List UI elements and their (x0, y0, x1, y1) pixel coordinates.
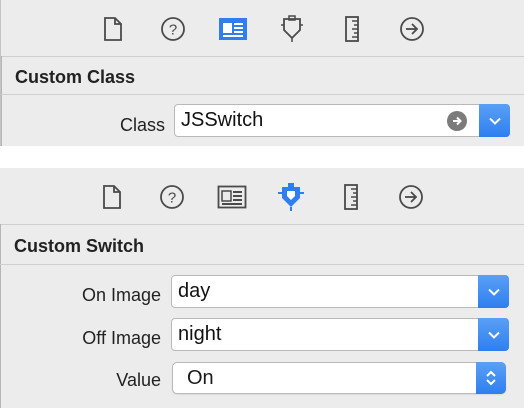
identity-inspector-icon[interactable] (217, 182, 247, 212)
chevron-down-icon (487, 331, 500, 339)
quick-help-icon[interactable]: ? (158, 14, 188, 44)
svg-text:?: ? (169, 22, 177, 39)
off-image-dropdown-button[interactable] (478, 318, 509, 351)
off-image-label: Off Image (82, 328, 161, 348)
on-image-combobox[interactable]: day (171, 275, 509, 308)
on-image-dropdown-button[interactable] (478, 275, 509, 308)
class-label: Class (119, 115, 165, 135)
section-title-custom-switch: Custom Switch (14, 236, 145, 256)
inspector-toolbar: ? (0, 168, 524, 225)
go-to-class-icon[interactable] (447, 111, 467, 131)
class-dropdown-button[interactable] (479, 104, 510, 137)
connections-inspector-icon[interactable] (396, 182, 426, 212)
connections-inspector-icon[interactable] (397, 14, 427, 44)
quick-help-icon[interactable]: ? (157, 182, 187, 212)
value-label: Value (116, 370, 161, 390)
attributes-inspector-icon[interactable] (277, 14, 307, 44)
chevron-down-icon (487, 288, 500, 296)
class-value[interactable]: JSSwitch (181, 109, 263, 132)
off-image-value[interactable]: night (178, 323, 221, 346)
section-title-custom-class: Custom Class (15, 67, 136, 87)
attributes-inspector-icon[interactable] (276, 182, 306, 212)
attributes-inspector-panel: ? Custom Switch On Image day Off Image n… (0, 168, 524, 408)
updown-chevron-icon (486, 370, 496, 386)
file-inspector-icon[interactable] (97, 182, 127, 212)
chevron-down-icon (488, 117, 501, 125)
class-combobox[interactable]: JSSwitch (174, 104, 510, 137)
svg-text:?: ? (168, 190, 176, 207)
value-stepper-button[interactable] (476, 362, 506, 394)
size-inspector-icon[interactable] (336, 182, 366, 212)
value-selected[interactable]: On (187, 367, 214, 390)
identity-inspector-panel: ? Custom Class Class JSSwitch (0, 0, 524, 146)
inspector-toolbar: ? (1, 0, 524, 57)
size-inspector-icon[interactable] (337, 14, 367, 44)
identity-inspector-icon[interactable] (218, 14, 248, 44)
on-image-label: On Image (81, 285, 161, 305)
on-image-value[interactable]: day (178, 280, 210, 303)
off-image-combobox[interactable]: night (171, 318, 509, 351)
value-popup-button[interactable]: On (172, 362, 506, 394)
file-inspector-icon[interactable] (98, 14, 128, 44)
